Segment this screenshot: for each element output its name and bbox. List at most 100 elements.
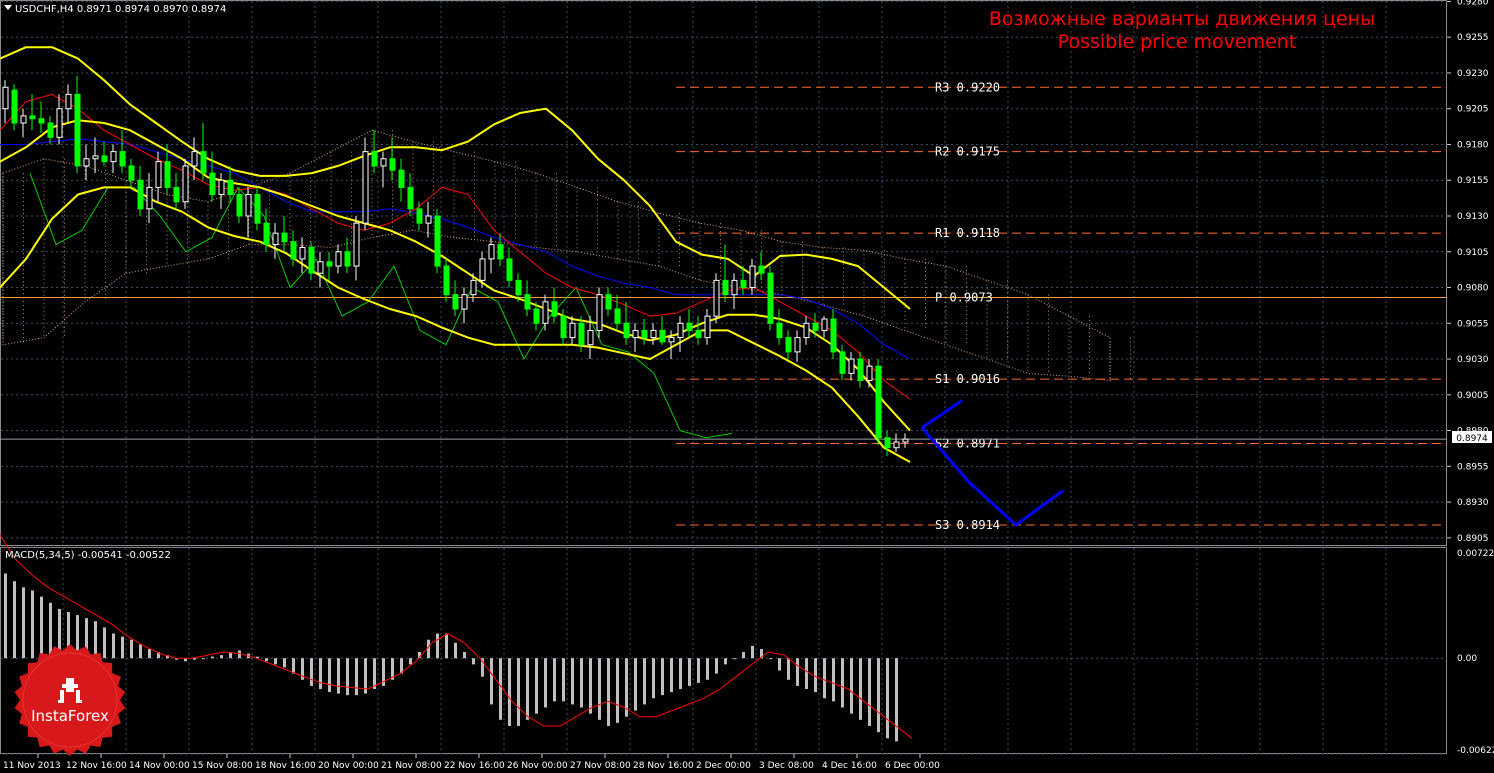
candle-body	[704, 315, 711, 339]
macd-grid	[0, 546, 1447, 755]
macd-bar	[211, 656, 214, 659]
symbol-header: USDCHF,H4 0.8971 0.8974 0.8970 0.8974	[15, 4, 226, 15]
macd-bar	[589, 658, 592, 714]
candle	[794, 330, 801, 362]
candle-body	[416, 208, 423, 224]
candle-body	[128, 165, 135, 181]
candle-body	[56, 108, 63, 138]
candle-body	[839, 351, 846, 374]
candle-body	[407, 186, 414, 210]
candle	[443, 258, 450, 302]
candle-body	[263, 222, 270, 246]
candle	[245, 187, 252, 238]
candle-body	[317, 261, 324, 274]
forecast-path-up	[921, 399, 963, 429]
macd-bar	[112, 633, 115, 659]
candle-body	[812, 322, 819, 331]
pivot-label-s1: S1 0.9016	[935, 372, 1000, 386]
macd-bar	[688, 658, 691, 686]
y-tick-label: 0.9255	[1457, 33, 1489, 43]
candle	[749, 258, 756, 295]
candle-body	[110, 151, 117, 163]
macd-bar	[517, 658, 520, 726]
candle-body	[65, 93, 72, 110]
x-tick-label: 21 Nov 08:00	[381, 761, 442, 771]
candle	[614, 294, 621, 331]
chart-window: R3 0.9220 R2 0.9175 R1 0.9118 P 0.9073 S1 0.…	[0, 0, 1494, 771]
candle	[47, 115, 54, 145]
candle	[389, 137, 396, 181]
candle	[650, 323, 657, 345]
macd-bar	[319, 658, 322, 690]
y-tick-label: 0.8930	[1457, 498, 1489, 508]
x-tick-label: 22 Nov 16:00	[444, 761, 505, 771]
macd-bar	[796, 658, 799, 686]
candle-body	[587, 329, 594, 346]
pivot-label-r1: R1 0.9118	[935, 226, 1000, 240]
candle-body	[119, 151, 126, 167]
macd-bar	[40, 596, 43, 659]
macd-bar	[499, 658, 502, 720]
macd-bar	[373, 658, 376, 690]
candle-body	[497, 244, 504, 260]
candle	[380, 151, 387, 188]
candle-body	[533, 308, 540, 324]
y-tick-label: 0.9030	[1457, 355, 1489, 365]
x-tick-label: 2 Dec 00:00	[696, 761, 751, 771]
candle-body	[488, 244, 495, 260]
candle	[362, 137, 369, 231]
candle	[236, 187, 243, 224]
candle	[884, 430, 891, 457]
macd-bar	[877, 658, 880, 733]
macd-bar	[283, 658, 286, 668]
candle-body	[677, 322, 684, 339]
x-tick-label: 11 Nov 2013	[3, 761, 61, 771]
candle-body	[290, 241, 297, 260]
candle-body	[272, 232, 279, 246]
candle-body	[713, 279, 720, 317]
x-tick-label: 27 Nov 08:00	[570, 761, 631, 771]
candle	[38, 101, 45, 134]
candle-body	[623, 322, 630, 339]
macd-bar	[895, 658, 898, 742]
y-tick-label: 0.9155	[1457, 176, 1489, 186]
candle-body	[884, 437, 891, 449]
candle-body	[173, 186, 180, 203]
macd-bar	[445, 633, 448, 659]
candle	[308, 241, 315, 281]
candle	[407, 173, 414, 216]
macd-bar	[121, 636, 124, 659]
y-tick-label: 0.8955	[1457, 462, 1489, 472]
candle	[65, 84, 72, 124]
candle-body	[443, 265, 450, 296]
candle-body	[308, 246, 315, 274]
candle	[677, 316, 684, 352]
macd-bar	[220, 655, 223, 659]
macd-bar	[598, 658, 601, 720]
candle-body	[803, 322, 810, 339]
candle	[398, 158, 405, 202]
candle-body	[668, 337, 675, 343]
candle	[767, 266, 774, 331]
candle	[182, 158, 189, 209]
macd-bar	[427, 639, 430, 659]
candle-body	[398, 169, 405, 188]
macd-bar	[733, 658, 736, 660]
candle-body	[641, 329, 648, 339]
x-tick-label: 15 Nov 08:00	[192, 761, 253, 771]
candle-body	[47, 122, 54, 138]
macd-frame	[0, 547, 1447, 754]
candle	[101, 141, 108, 166]
candle-body	[551, 301, 558, 317]
chart-menu-arrow-icon[interactable]	[4, 5, 12, 10]
candle	[371, 130, 378, 174]
macd-header: MACD(5,34,5) -0.00541 -0.00522	[5, 550, 171, 561]
x-tick-label: 14 Nov 00:00	[129, 761, 190, 771]
macd-bar	[868, 658, 871, 726]
candle	[128, 158, 135, 188]
candle	[56, 94, 63, 145]
candle	[353, 215, 360, 281]
candle-body	[11, 89, 18, 124]
candle	[191, 137, 198, 181]
candle-body	[92, 155, 99, 160]
